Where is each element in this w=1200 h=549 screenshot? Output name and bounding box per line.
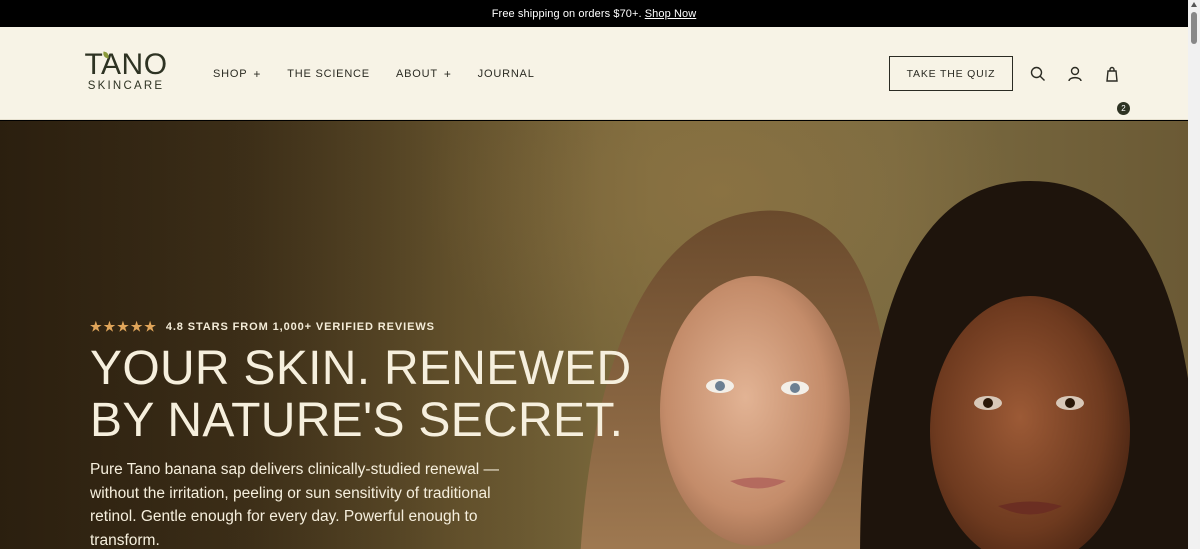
site-header: TANO SKINCARE SHOP + THE SCIENCE ABOUT +… [0, 27, 1188, 120]
nav-item-label: ABOUT [395, 68, 438, 80]
hero-portrait-image [580, 181, 1188, 549]
brand-name: TANO [84, 48, 168, 81]
star-icon: ★ [103, 319, 117, 334]
hero-banner: ★ ★ ★ ★ ★ 4.8 STARS FROM 1,000+ VERIFIED… [0, 121, 1188, 549]
announcement-bar: Free shipping on orders $70+. Shop Now [0, 0, 1188, 27]
rating-text: 4.8 STARS FROM 1,000+ VERIFIED REVIEWS [165, 321, 435, 333]
headline-line-1: YOUR SKIN. RENEWED [90, 342, 632, 395]
cart-count-badge: 2 [1117, 102, 1130, 115]
hero-headline: YOUR SKIN. RENEWED BY NATURE'S SECRET. [90, 343, 650, 447]
take-quiz-button[interactable]: TAKE THE QUIZ [889, 56, 1013, 91]
brand-logo[interactable]: TANO SKINCARE [74, 49, 178, 99]
scrollbar-thumb[interactable] [1191, 12, 1197, 44]
headline-line-2: BY NATURE'S SECRET. [90, 394, 624, 447]
nav-item-the-science[interactable]: THE SCIENCE [287, 67, 370, 81]
search-icon[interactable] [1029, 65, 1047, 83]
brand-subtitle: SKINCARE [87, 80, 165, 92]
star-icon: ★ [144, 319, 157, 334]
cart-bag-icon[interactable] [1104, 65, 1122, 83]
review-rating: ★ ★ ★ ★ ★ 4.8 STARS FROM 1,000+ VERIFIED… [90, 319, 435, 335]
nav-item-journal[interactable]: JOURNAL [478, 67, 535, 81]
plus-icon: + [443, 67, 452, 81]
hero-description: Pure Tano banana sap delivers clinically… [90, 461, 499, 549]
account-icon[interactable] [1066, 65, 1084, 83]
page-scrollbar[interactable] [1188, 0, 1200, 549]
scroll-up-icon[interactable] [1191, 2, 1197, 7]
star-icon: ★ [90, 319, 103, 334]
nav-item-label: SHOP [213, 68, 248, 80]
plus-icon: + [253, 67, 262, 81]
rating-stars: ★ ★ ★ ★ ★ [90, 319, 158, 335]
nav-item-label: THE SCIENCE [287, 68, 370, 80]
nav-item-label: JOURNAL [477, 68, 535, 80]
nav-item-shop[interactable]: SHOP + [213, 67, 261, 81]
star-icon: ★ [117, 319, 130, 334]
nav-item-about[interactable]: ABOUT + [396, 67, 452, 81]
shop-now-link[interactable]: Shop Now [645, 8, 697, 20]
main-nav: SHOP + THE SCIENCE ABOUT + JOURNAL [213, 67, 561, 81]
star-icon: ★ [130, 319, 144, 334]
announcement-text: Free shipping on orders $70+. [491, 7, 642, 20]
